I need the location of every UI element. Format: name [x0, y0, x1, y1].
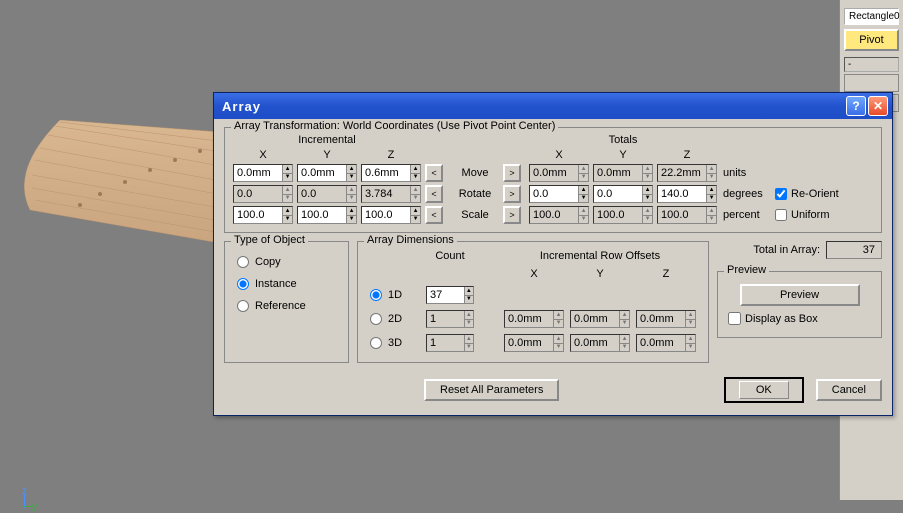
uniform-checkbox[interactable]: Uniform	[775, 209, 855, 221]
type-of-object-group: Type of Object Copy Instance Reference	[224, 241, 349, 363]
dim-2d-z[interactable]: ▲▼	[636, 310, 696, 328]
dim-2d-x[interactable]: ▲▼	[504, 310, 564, 328]
col-y: Y	[297, 149, 357, 161]
col-z: Z	[657, 149, 717, 161]
display-as-box-checkbox[interactable]: Display as Box	[728, 312, 871, 325]
dim-2d-count[interactable]: ▲▼	[426, 310, 474, 328]
group-legend: Array Transformation: World Coordinates …	[231, 120, 558, 132]
rotate-unit: degrees	[721, 188, 771, 200]
dim-3d-count[interactable]: ▲▼	[426, 334, 474, 352]
scale-tot-z[interactable]: ▲▼	[657, 206, 717, 224]
rotate-tot-x[interactable]: ▲▼	[529, 185, 589, 203]
help-button[interactable]: ?	[846, 96, 866, 116]
reorient-checkbox[interactable]: Re-Orient	[775, 188, 855, 200]
type-copy-radio[interactable]: Copy	[237, 256, 336, 268]
move-right-button[interactable]: >	[503, 164, 521, 182]
col-x: X	[233, 149, 293, 161]
move-inc-y[interactable]: ▲▼	[297, 164, 357, 182]
rollout-header[interactable]: -	[844, 57, 899, 72]
object-name-dropdown[interactable]: Rectangle0	[844, 8, 899, 25]
rotate-inc-y[interactable]: ▲▼	[297, 185, 357, 203]
scale-unit: percent	[721, 209, 771, 221]
cancel-button[interactable]: Cancel	[816, 379, 882, 401]
scale-inc-y[interactable]: ▲▼	[297, 206, 357, 224]
move-tot-x[interactable]: ▲▼	[529, 164, 589, 182]
move-inc-z[interactable]: ▲▼	[361, 164, 421, 182]
dim-3d-radio[interactable]: 3D	[370, 337, 420, 349]
group-legend: Preview	[724, 264, 769, 276]
col-y: Y	[593, 149, 653, 161]
titlebar[interactable]: Array ? ✕	[214, 93, 892, 119]
preview-group: Preview Preview Display as Box	[717, 271, 882, 338]
rotate-inc-x[interactable]: ▲▼	[233, 185, 293, 203]
ok-button[interactable]: OK	[724, 377, 804, 403]
col-y: Y	[570, 268, 630, 280]
totals-header: Totals	[529, 134, 717, 146]
dim-3d-z[interactable]: ▲▼	[636, 334, 696, 352]
reset-button[interactable]: Reset All Parameters	[424, 379, 559, 401]
scale-tot-x[interactable]: ▲▼	[529, 206, 589, 224]
scale-tot-y[interactable]: ▲▼	[593, 206, 653, 224]
dim-1d-count[interactable]: ▲▼	[426, 286, 474, 304]
scale-left-button[interactable]: <	[425, 206, 443, 224]
total-label: Total in Array:	[753, 244, 820, 256]
scale-inc-x[interactable]: ▲▼	[233, 206, 293, 224]
col-x: X	[504, 268, 564, 280]
move-inc-x[interactable]: ▲▼	[233, 164, 293, 182]
scale-right-button[interactable]: >	[503, 206, 521, 224]
array-transformation-group: Array Transformation: World Coordinates …	[224, 127, 882, 233]
total-value: 37	[826, 241, 882, 259]
rotate-left-button[interactable]: <	[425, 185, 443, 203]
array-dimensions-group: Array Dimensions Count Incremental Row O…	[357, 241, 709, 363]
move-tot-z[interactable]: ▲▼	[657, 164, 717, 182]
close-button[interactable]: ✕	[868, 96, 888, 116]
rotate-right-button[interactable]: >	[503, 185, 521, 203]
axis-y-label: y	[32, 502, 37, 513]
rotate-inc-z[interactable]: ▲▼	[361, 185, 421, 203]
dim-3d-y[interactable]: ▲▼	[570, 334, 630, 352]
dim-2d-radio[interactable]: 2D	[370, 313, 420, 325]
incremental-header: Incremental	[233, 134, 421, 146]
panel-slot	[844, 74, 899, 92]
scale-label: Scale	[451, 209, 499, 221]
rotate-label: Rotate	[451, 188, 499, 200]
dialog-title: Array	[222, 99, 844, 114]
group-legend: Array Dimensions	[364, 234, 457, 246]
count-header: Count	[426, 250, 474, 262]
type-instance-radio[interactable]: Instance	[237, 278, 336, 290]
dim-2d-y[interactable]: ▲▼	[570, 310, 630, 328]
move-left-button[interactable]: <	[425, 164, 443, 182]
col-z: Z	[636, 268, 696, 280]
group-legend: Type of Object	[231, 234, 308, 246]
col-z: Z	[361, 149, 421, 161]
rotate-tot-z[interactable]: ▲▼	[657, 185, 717, 203]
offset-header: Incremental Row Offsets	[504, 250, 696, 262]
dim-3d-x[interactable]: ▲▼	[504, 334, 564, 352]
move-unit: units	[721, 167, 771, 179]
scale-inc-z[interactable]: ▲▼	[361, 206, 421, 224]
array-dialog: Array ? ✕ Array Transformation: World Co…	[213, 92, 893, 416]
col-x: X	[529, 149, 589, 161]
rotate-tot-y[interactable]: ▲▼	[593, 185, 653, 203]
dim-1d-radio[interactable]: 1D	[370, 289, 420, 301]
axis-z-label: z	[22, 486, 27, 497]
preview-button[interactable]: Preview	[740, 284, 860, 306]
pivot-button[interactable]: Pivot	[844, 29, 899, 51]
move-label: Move	[451, 167, 499, 179]
type-reference-radio[interactable]: Reference	[237, 300, 336, 312]
move-tot-y[interactable]: ▲▼	[593, 164, 653, 182]
